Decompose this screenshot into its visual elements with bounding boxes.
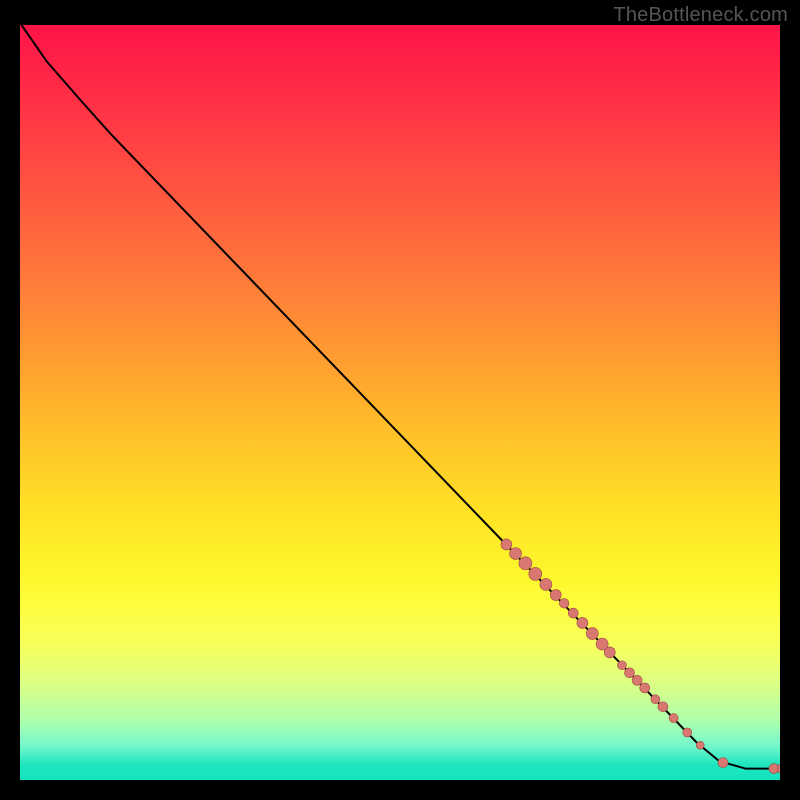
data-point	[550, 590, 561, 601]
highlighted-points-group	[501, 539, 780, 774]
data-point	[604, 647, 615, 658]
data-point	[658, 702, 668, 712]
data-point	[501, 539, 512, 550]
chart-plot-area	[20, 25, 780, 780]
data-point	[568, 608, 578, 618]
data-point	[718, 758, 728, 768]
chart-svg	[20, 25, 780, 780]
data-point	[617, 661, 626, 670]
data-point	[696, 741, 704, 749]
data-point	[651, 695, 660, 704]
data-point	[669, 714, 678, 723]
bottleneck-curve	[22, 25, 780, 769]
watermark-text: TheBottleneck.com	[613, 4, 788, 27]
data-point	[683, 728, 692, 737]
data-point	[632, 675, 642, 685]
data-point	[586, 628, 598, 640]
data-point	[519, 557, 532, 570]
data-point	[529, 567, 542, 580]
data-point	[625, 668, 635, 678]
data-point	[559, 599, 569, 609]
data-point	[577, 617, 588, 628]
data-point	[640, 683, 650, 693]
data-point	[540, 578, 552, 590]
data-point	[510, 548, 522, 560]
